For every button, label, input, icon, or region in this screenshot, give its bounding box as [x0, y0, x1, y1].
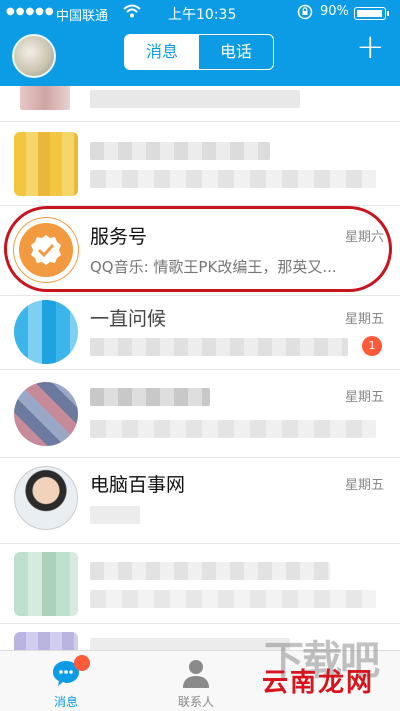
blurred-text — [90, 142, 270, 160]
tab-bar-contacts[interactable]: 联系人 — [146, 651, 246, 711]
blurred-text — [90, 590, 376, 608]
list-item[interactable] — [0, 86, 400, 122]
blurred-text — [90, 506, 140, 524]
blurred-avatar — [20, 86, 70, 110]
blurred-text — [90, 388, 210, 406]
tab-bar-messages[interactable]: 消息 — [16, 651, 116, 711]
status-bar: ●●●●● 中国联通 上午10:35 90% — [0, 0, 400, 26]
tab-messages[interactable]: 消息 — [125, 35, 199, 69]
header-segmented-control: 消息 电话 — [124, 34, 274, 70]
conversation-title: 电脑百事网 — [90, 474, 186, 496]
rotation-lock-icon — [297, 4, 313, 24]
blurred-avatar — [14, 300, 78, 364]
unread-badge: 1 — [362, 336, 382, 356]
blurred-text — [90, 638, 290, 650]
signal-icon: ●●●●● — [6, 6, 55, 17]
wifi-icon — [123, 3, 141, 23]
conversation-time: 星期五 — [344, 478, 384, 493]
contacts-icon — [180, 657, 212, 689]
my-avatar[interactable] — [12, 34, 56, 78]
list-item[interactable] — [0, 544, 400, 624]
add-button[interactable]: + — [356, 30, 385, 64]
list-item[interactable] — [0, 122, 400, 206]
list-item[interactable]: 星期五 — [0, 370, 400, 458]
blurred-avatar — [14, 632, 78, 650]
tab-bar-label: 消息 — [53, 695, 78, 709]
blurred-text — [90, 420, 376, 438]
conversation-time: 星期五 — [344, 312, 384, 327]
battery-percent: 90% — [320, 4, 349, 19]
blurred-text — [90, 90, 300, 108]
tab-calls[interactable]: 电话 — [199, 35, 273, 69]
list-item[interactable]: 一直问候 星期五 1 — [0, 296, 400, 370]
top-bar: ●●●●● 中国联通 上午10:35 90% 消息 电话 + — [0, 0, 400, 86]
blurred-avatar — [14, 382, 78, 446]
conversation-list[interactable]: 服务号 星期六 QQ音乐: 情歌王PK改编王，那英又... 一直问候 星期五 1… — [0, 86, 400, 650]
contact-avatar — [14, 466, 78, 530]
unread-dot — [74, 655, 90, 671]
battery-icon — [354, 7, 389, 20]
highlight-ring — [4, 206, 392, 292]
blurred-text — [90, 170, 376, 188]
watermark-site: 云南龙网 — [262, 668, 375, 698]
clock: 上午10:35 — [168, 7, 237, 23]
conversation-title: 一直问候 — [90, 308, 167, 330]
conversation-time: 星期五 — [344, 390, 384, 405]
carrier-label: 中国联通 — [56, 9, 109, 24]
blurred-text — [90, 338, 348, 356]
tab-bar-label: 联系人 — [177, 695, 214, 709]
list-item[interactable]: 电脑百事网 星期五 — [0, 458, 400, 544]
blurred-avatar — [14, 132, 78, 196]
blurred-avatar — [14, 552, 78, 616]
blurred-text — [90, 562, 330, 580]
